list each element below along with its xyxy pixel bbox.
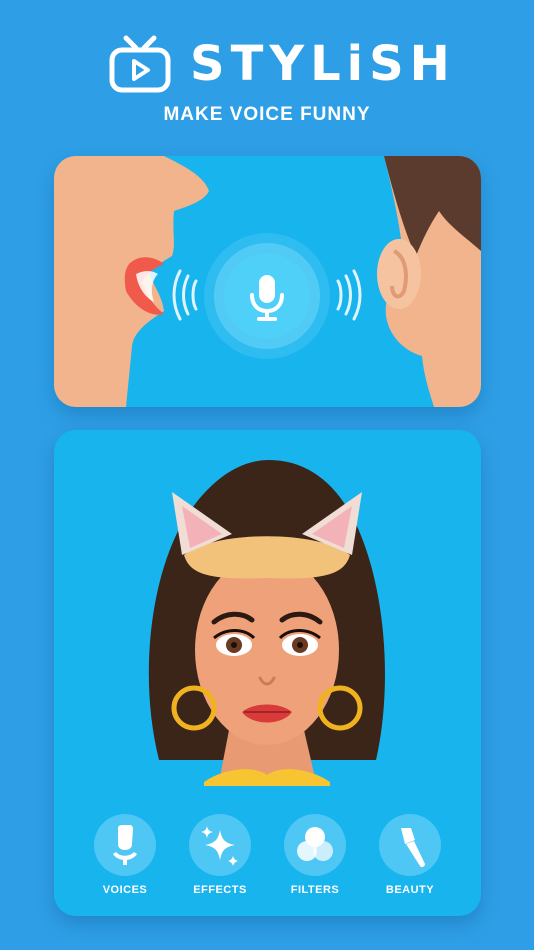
microphone-icon bbox=[250, 275, 284, 321]
tv-play-icon bbox=[109, 35, 171, 93]
menu-label-beauty: BEAUTY bbox=[385, 884, 435, 896]
voice-person-icon bbox=[94, 814, 156, 876]
voice-card bbox=[54, 156, 481, 407]
app-title: STYLiSH bbox=[190, 36, 456, 92]
menu-item-voices[interactable]: VOICES bbox=[80, 814, 170, 896]
menu-item-effects[interactable]: EFFECTS bbox=[175, 814, 265, 896]
record-button[interactable] bbox=[224, 253, 310, 339]
app-subtitle: MAKE VOICE FUNNY bbox=[163, 104, 371, 125]
filter-circles-icon bbox=[284, 814, 346, 876]
feature-menu: VOICES EFFECTS FILTERS BEAUTY bbox=[54, 814, 481, 904]
filter-card: VOICES EFFECTS FILTERS BEAUTY bbox=[54, 430, 481, 916]
menu-label-filters: FILTERS bbox=[290, 884, 340, 896]
makeup-brush-icon bbox=[379, 814, 441, 876]
menu-item-beauty[interactable]: BEAUTY bbox=[365, 814, 455, 896]
menu-label-effects: EFFECTS bbox=[193, 884, 247, 896]
header: STYLiSH MAKE VOICE FUNNY bbox=[0, 0, 534, 140]
sparkle-icon bbox=[189, 814, 251, 876]
cat-ear-filter-portrait bbox=[148, 460, 385, 786]
menu-label-voices: VOICES bbox=[102, 884, 148, 896]
menu-item-filters[interactable]: FILTERS bbox=[270, 814, 360, 896]
logo: STYLiSH bbox=[108, 34, 456, 94]
